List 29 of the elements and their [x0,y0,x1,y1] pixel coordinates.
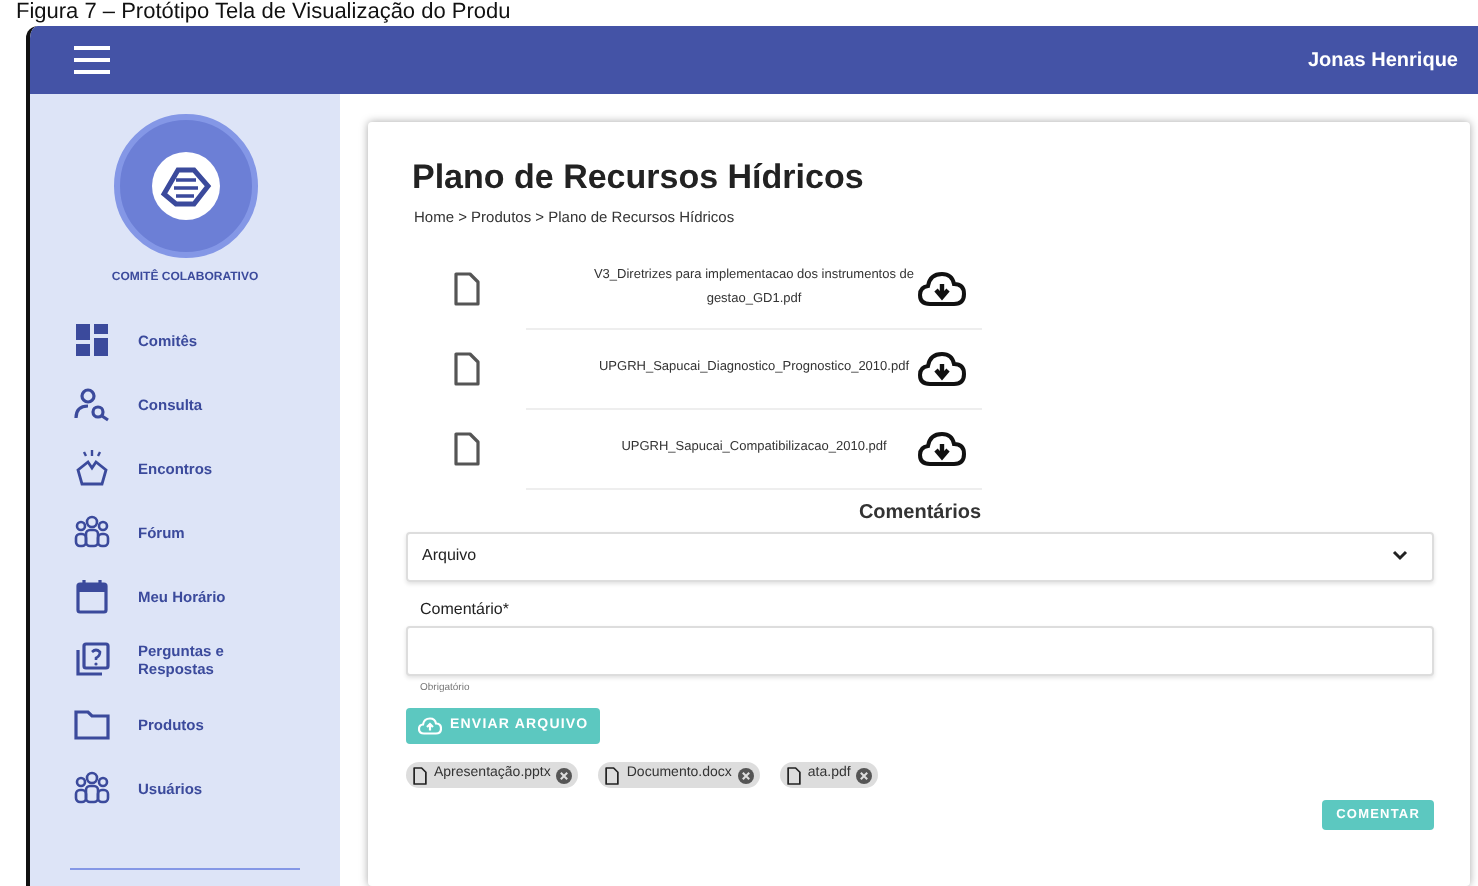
cloud-upload-icon [418,716,442,737]
user-name[interactable]: Jonas Henrique [1307,45,1458,75]
cloud-download-icon[interactable] [918,350,966,389]
file-icon [785,765,802,786]
folder-icon [74,706,110,742]
section-heading: Comentários [856,499,984,528]
file-icon [451,272,481,307]
field-label: Comentário* [420,597,511,622]
grid-icon [74,322,110,358]
file-icon [451,352,481,387]
menu-icon[interactable] [74,46,110,74]
file-select[interactable]: Arquivo [406,531,1434,582]
calendar-icon [74,578,110,614]
comment-field[interactable] [406,625,1434,676]
close-icon[interactable] [737,767,754,784]
close-icon[interactable] [556,767,573,784]
file-icon [604,765,621,786]
chevron-down-icon [1392,550,1408,563]
file-icon [412,765,428,786]
file-icon [451,432,481,467]
cloud-download-icon[interactable] [918,270,966,309]
cloud-download-icon[interactable] [918,430,966,469]
figure-caption: Figura 7 – Protótipo Tela de Visualização do Produ [14,0,513,26]
close-icon[interactable] [856,767,873,784]
page-title: Plano de Recursos Hídricos [412,158,866,199]
group-icon [74,514,110,550]
question-icon [74,642,110,678]
person-search-icon [74,386,110,422]
group-icon [74,770,110,806]
